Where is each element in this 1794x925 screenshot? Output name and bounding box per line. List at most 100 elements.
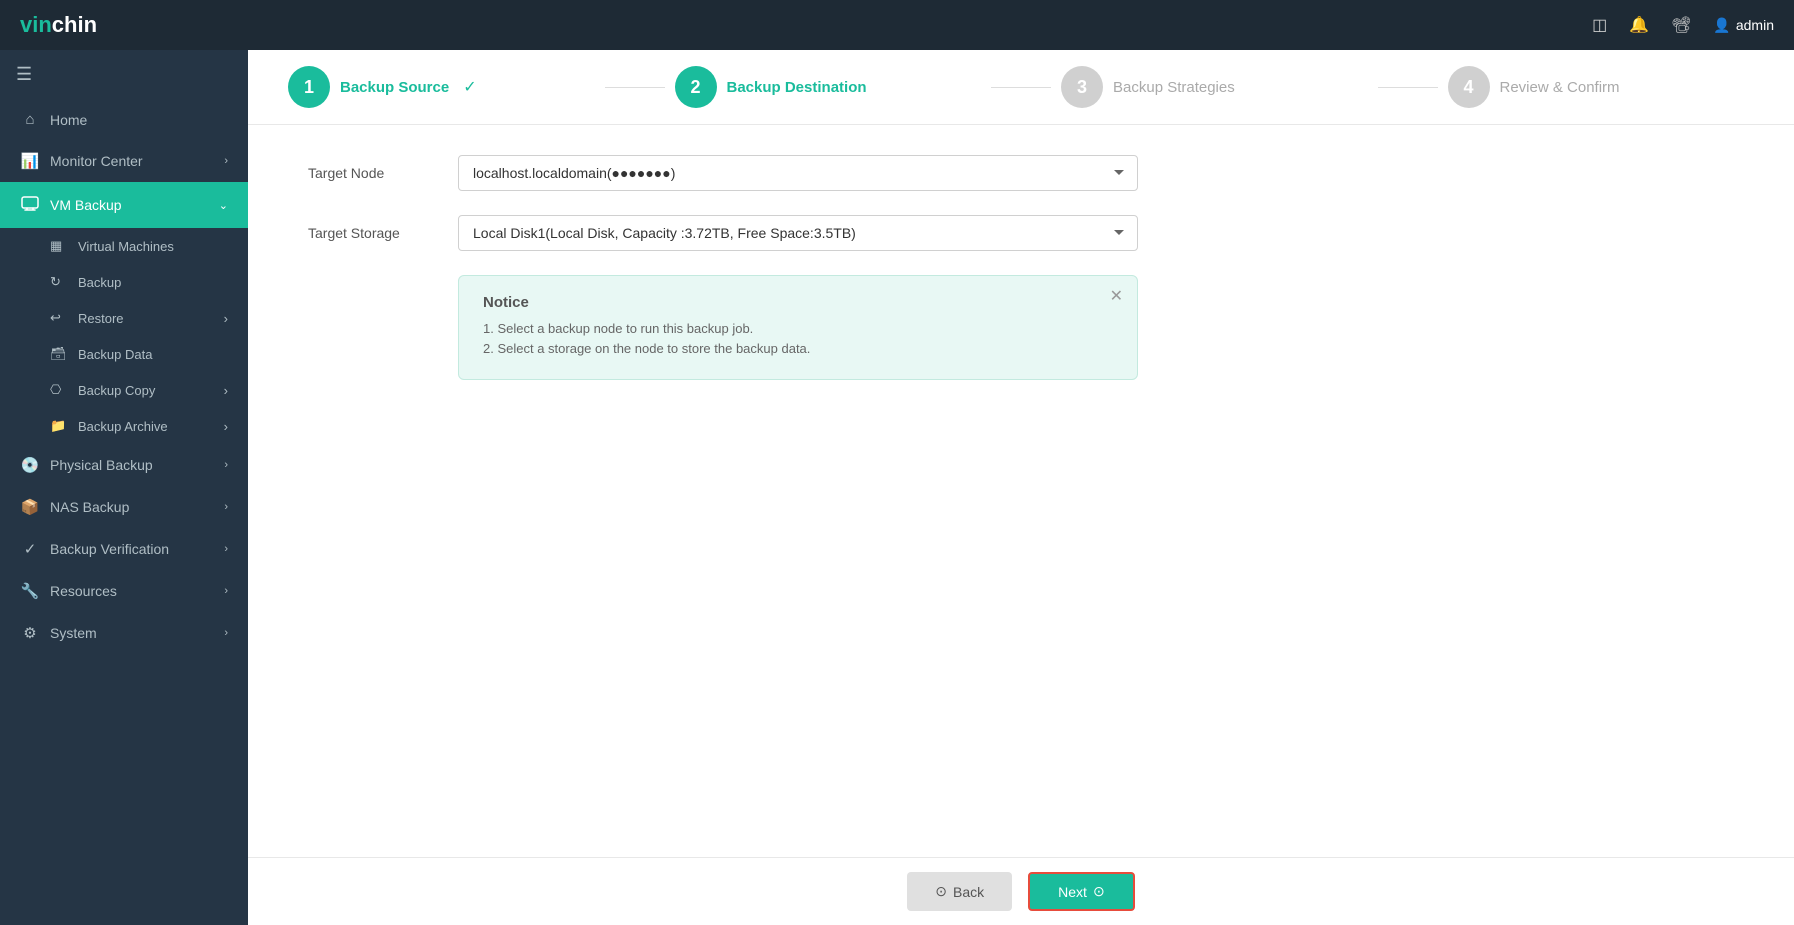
step-circle-3: 3 xyxy=(1061,66,1103,108)
notice-item-1: 1. Select a backup node to run this back… xyxy=(483,321,1113,336)
user-icon: 👤 xyxy=(1713,17,1730,34)
sidebar-item-vm-backup[interactable]: VM Backup ⌄ xyxy=(0,182,248,228)
bottom-bar: ⊙ Back Next ⊙ xyxy=(248,857,1794,925)
chevron-icon: › xyxy=(224,459,228,471)
target-node-label: Target Node xyxy=(308,165,458,181)
verify-icon: ✓ xyxy=(20,540,40,558)
topbar: vinchin ◫ 🔔 📽 👤 admin xyxy=(0,0,1794,50)
sidebar-item-physical-backup[interactable]: 💿 Physical Backup › xyxy=(0,444,248,486)
sidebar-item-backup-copy[interactable]: ⎔ Backup Copy › xyxy=(0,372,248,408)
wizard-steps: 1 Backup Source ✓ 2 Backup Destination 3… xyxy=(248,50,1794,125)
target-storage-row: Target Storage Local Disk1(Local Disk, C… xyxy=(308,215,1734,251)
sidebar-item-label: Backup Copy xyxy=(78,383,155,398)
step-divider-3 xyxy=(1378,87,1438,88)
sidebar-item-label: Backup Verification xyxy=(50,541,169,557)
next-icon: ⊙ xyxy=(1093,883,1105,900)
sidebar-item-label: System xyxy=(50,625,97,641)
logo: vinchin xyxy=(20,12,97,38)
target-node-select[interactable]: localhost.localdomain(●●●●●●●) xyxy=(458,155,1138,191)
chat-icon[interactable]: ◫ xyxy=(1592,15,1607,35)
notice-list: 1. Select a backup node to run this back… xyxy=(483,321,1113,356)
wizard-step-4: 4 Review & Confirm xyxy=(1448,66,1755,108)
chevron-icon: › xyxy=(224,627,228,639)
chevron-icon: › xyxy=(224,419,228,434)
chevron-icon: › xyxy=(224,501,228,513)
sidebar-item-label: Resources xyxy=(50,583,117,599)
chevron-down-icon: ⌄ xyxy=(219,199,228,212)
sidebar-item-label: Backup xyxy=(78,275,121,290)
logo-vin: vin xyxy=(20,12,52,37)
restore-icon: ↩ xyxy=(50,310,68,326)
chevron-icon: › xyxy=(224,543,228,555)
sidebar-item-label: Backup Archive xyxy=(78,419,168,434)
chevron-icon: › xyxy=(224,383,228,398)
step-divider-1 xyxy=(605,87,665,88)
main-layout: ☰ ⌂ Home 📊 Monitor Center › VM Backup ⌄ … xyxy=(0,50,1794,925)
notice-item-2: 2. Select a storage on the node to store… xyxy=(483,341,1113,356)
sidebar-item-label: Virtual Machines xyxy=(78,239,174,254)
step-circle-4: 4 xyxy=(1448,66,1490,108)
logo-chin: chin xyxy=(52,12,97,37)
wizard-step-2: 2 Backup Destination xyxy=(675,66,982,108)
step-label-2: Backup Destination xyxy=(727,79,867,96)
system-icon: ⚙ xyxy=(20,624,40,642)
sidebar-item-backup-data[interactable]: 🗃 Backup Data xyxy=(0,336,248,372)
archive-icon: 📁 xyxy=(50,418,68,434)
sidebar-item-monitor-center[interactable]: 📊 Monitor Center › xyxy=(0,140,248,182)
notice-close-button[interactable]: ✕ xyxy=(1110,286,1123,306)
notice-title: Notice xyxy=(483,294,1113,311)
sidebar-item-label: Monitor Center xyxy=(50,153,143,169)
monitor-center-icon: 📊 xyxy=(20,152,40,170)
notice-box: Notice 1. Select a backup node to run th… xyxy=(458,275,1138,380)
chevron-icon: › xyxy=(224,155,228,167)
sidebar-item-backup-archive[interactable]: 📁 Backup Archive › xyxy=(0,408,248,444)
back-button[interactable]: ⊙ Back xyxy=(907,872,1012,911)
data-icon: 🗃 xyxy=(50,346,68,362)
target-node-row: Target Node localhost.localdomain(●●●●●●… xyxy=(308,155,1734,191)
step-label-1: Backup Source xyxy=(340,79,449,96)
step-divider-2 xyxy=(991,87,1051,88)
physical-icon: 💿 xyxy=(20,456,40,474)
step-label-3: Backup Strategies xyxy=(1113,79,1235,96)
next-button[interactable]: Next ⊙ xyxy=(1028,872,1135,911)
sidebar-item-resources[interactable]: 🔧 Resources › xyxy=(0,570,248,612)
back-icon: ⊙ xyxy=(935,883,947,900)
content-area: 1 Backup Source ✓ 2 Backup Destination 3… xyxy=(248,50,1794,925)
sidebar-item-nas-backup[interactable]: 📦 NAS Backup › xyxy=(0,486,248,528)
monitor-icon[interactable]: 📽 xyxy=(1671,15,1691,35)
sidebar-item-label: Physical Backup xyxy=(50,457,153,473)
sidebar-item-restore[interactable]: ↩ Restore › xyxy=(0,300,248,336)
home-icon: ⌂ xyxy=(20,111,40,128)
chevron-icon: › xyxy=(224,311,228,326)
sidebar-item-home[interactable]: ⌂ Home xyxy=(0,99,248,140)
step-circle-2: 2 xyxy=(675,66,717,108)
sidebar-item-backup[interactable]: ↻ Backup xyxy=(0,264,248,300)
form-area: Target Node localhost.localdomain(●●●●●●… xyxy=(248,125,1794,857)
target-storage-select[interactable]: Local Disk1(Local Disk, Capacity :3.72TB… xyxy=(458,215,1138,251)
sidebar-item-label: Restore xyxy=(78,311,124,326)
topbar-right: ◫ 🔔 📽 👤 admin xyxy=(1592,15,1774,35)
backup-icon: ↻ xyxy=(50,274,68,290)
copy-icon: ⎔ xyxy=(50,382,68,398)
sidebar-item-label: Home xyxy=(50,112,87,128)
sidebar-item-label: VM Backup xyxy=(50,197,122,213)
sidebar-item-backup-verification[interactable]: ✓ Backup Verification › xyxy=(0,528,248,570)
chevron-icon: › xyxy=(224,585,228,597)
sidebar-hamburger[interactable]: ☰ xyxy=(0,50,248,99)
grid-icon: ▦ xyxy=(50,238,68,254)
vm-icon xyxy=(20,194,40,216)
nas-icon: 📦 xyxy=(20,498,40,516)
sidebar-item-label: NAS Backup xyxy=(50,499,129,515)
admin-label[interactable]: 👤 admin xyxy=(1713,17,1774,34)
step-check-1: ✓ xyxy=(463,77,476,97)
step-label-4: Review & Confirm xyxy=(1500,79,1620,96)
sidebar-item-system[interactable]: ⚙ System › xyxy=(0,612,248,654)
sidebar-item-virtual-machines[interactable]: ▦ Virtual Machines xyxy=(0,228,248,264)
step-circle-1: 1 xyxy=(288,66,330,108)
target-storage-label: Target Storage xyxy=(308,225,458,241)
wizard-step-3: 3 Backup Strategies xyxy=(1061,66,1368,108)
resources-icon: 🔧 xyxy=(20,582,40,600)
wizard-step-1: 1 Backup Source ✓ xyxy=(288,66,595,108)
bell-icon[interactable]: 🔔 xyxy=(1629,15,1649,35)
sidebar: ☰ ⌂ Home 📊 Monitor Center › VM Backup ⌄ … xyxy=(0,50,248,925)
